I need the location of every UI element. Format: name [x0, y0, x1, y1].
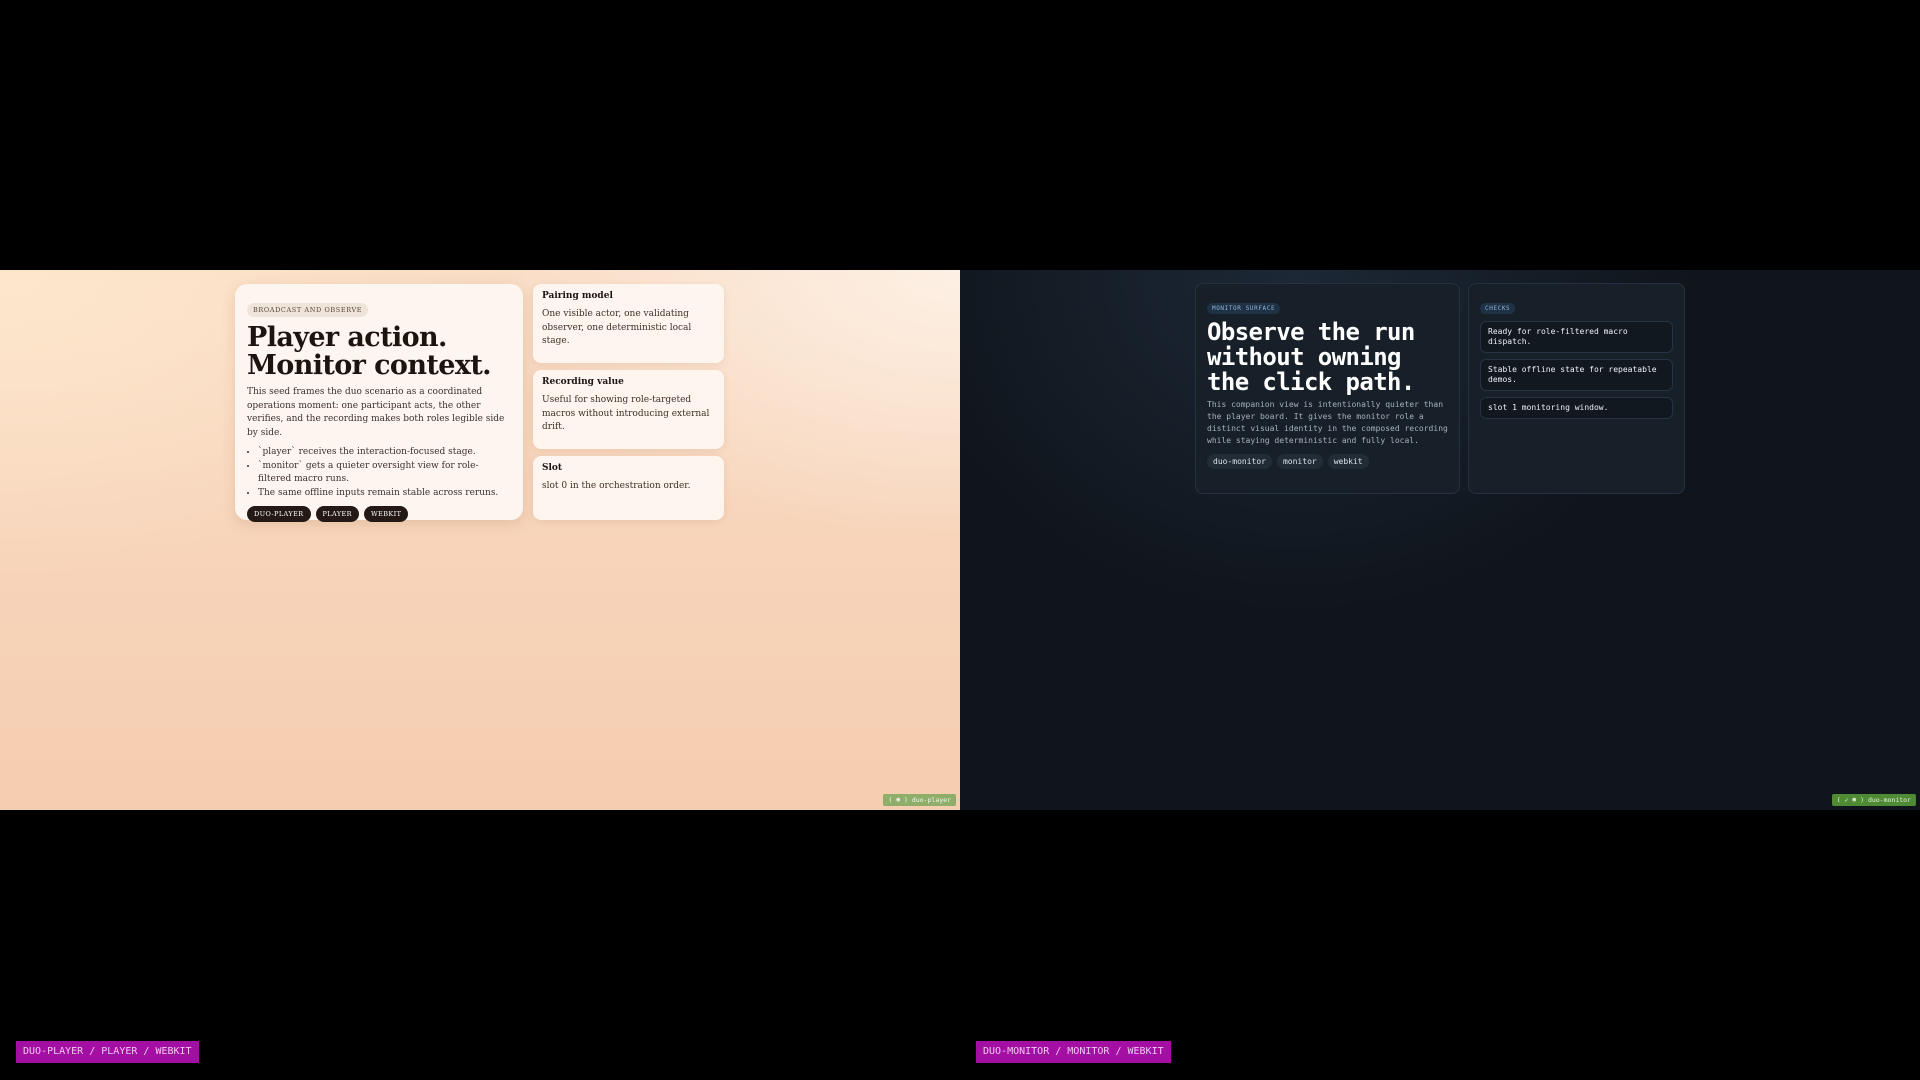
monitor-title: Observe the run without owning the click…: [1207, 318, 1415, 396]
card-title: Slot: [542, 463, 563, 473]
chip-duo-monitor: duo-monitor: [1207, 454, 1272, 469]
monitor-surface-card: MONITOR SURFACE Observe the run without …: [1195, 283, 1460, 494]
card-title: Pairing model: [542, 291, 613, 301]
slot-card: Slot slot 0 in the orchestration order.: [533, 456, 724, 520]
monitor-chip-row: duo-monitor monitor webkit: [1207, 454, 1448, 469]
player-title-line2: Monitor context.: [247, 350, 492, 381]
checks-list: Ready for role-filtered macro dispatch. …: [1480, 321, 1673, 419]
player-pane: BROADCAST AND OBSERVE Player action. Mon…: [0, 270, 960, 810]
chip-duo-player: DUO-PLAYER: [247, 506, 311, 522]
eyebrow-badge: BROADCAST AND OBSERVE: [247, 303, 369, 317]
chip-webkit: WEBKIT: [363, 506, 409, 522]
player-footer-label: DUO-PLAYER / PLAYER / WEBKIT: [16, 1041, 199, 1063]
chip-monitor: monitor: [1276, 454, 1323, 469]
card-text: One visible actor, one validating observ…: [542, 309, 692, 346]
chip-player: PLAYER: [315, 506, 359, 522]
list-item: `monitor` gets a quieter oversight view …: [258, 460, 511, 487]
check-item: Ready for role-filtered macro dispatch.: [1480, 321, 1673, 353]
monitor-surface-tag: MONITOR SURFACE: [1207, 303, 1281, 314]
monitor-stamp-badge: ( ✓ ☻ ) duo-monitor: [1831, 794, 1916, 806]
player-title-line1: Player action.: [247, 322, 447, 353]
player-bullet-list: `player` receives the interaction-focuse…: [247, 446, 511, 500]
monitor-pane: MONITOR SURFACE Observe the run without …: [960, 270, 1920, 810]
checks-card: CHECKS Ready for role-filtered macro dis…: [1468, 283, 1685, 494]
player-title: Player action. Monitor context.: [247, 324, 511, 380]
player-description: This seed frames the duo scenario as a c…: [247, 387, 505, 438]
list-item: The same offline inputs remain stable ac…: [258, 487, 511, 501]
card-text: slot 0 in the orchestration order.: [542, 481, 691, 491]
player-hero-card: BROADCAST AND OBSERVE Player action. Mon…: [235, 284, 523, 522]
card-title: Recording value: [542, 377, 624, 387]
monitor-description: This companion view is intentionally qui…: [1207, 400, 1448, 445]
chip-webkit: webkit: [1327, 454, 1369, 469]
pairing-model-card: Pairing model One visible actor, one val…: [533, 284, 724, 363]
card-text: Useful for showing role-targeted macros …: [542, 395, 710, 432]
player-chip-row: DUO-PLAYER PLAYER WEBKIT: [247, 506, 511, 522]
check-item: Stable offline state for repeatable demo…: [1480, 359, 1673, 391]
list-item: `player` receives the interaction-focuse…: [258, 446, 511, 460]
monitor-footer-label: DUO-MONITOR / MONITOR / WEBKIT: [976, 1041, 1171, 1063]
check-item: slot 1 monitoring window.: [1480, 397, 1673, 419]
checks-tag: CHECKS: [1480, 303, 1516, 314]
player-stamp-badge: ( ☻ ) duo-player: [883, 794, 956, 806]
recording-value-card: Recording value Useful for showing role-…: [533, 370, 724, 449]
